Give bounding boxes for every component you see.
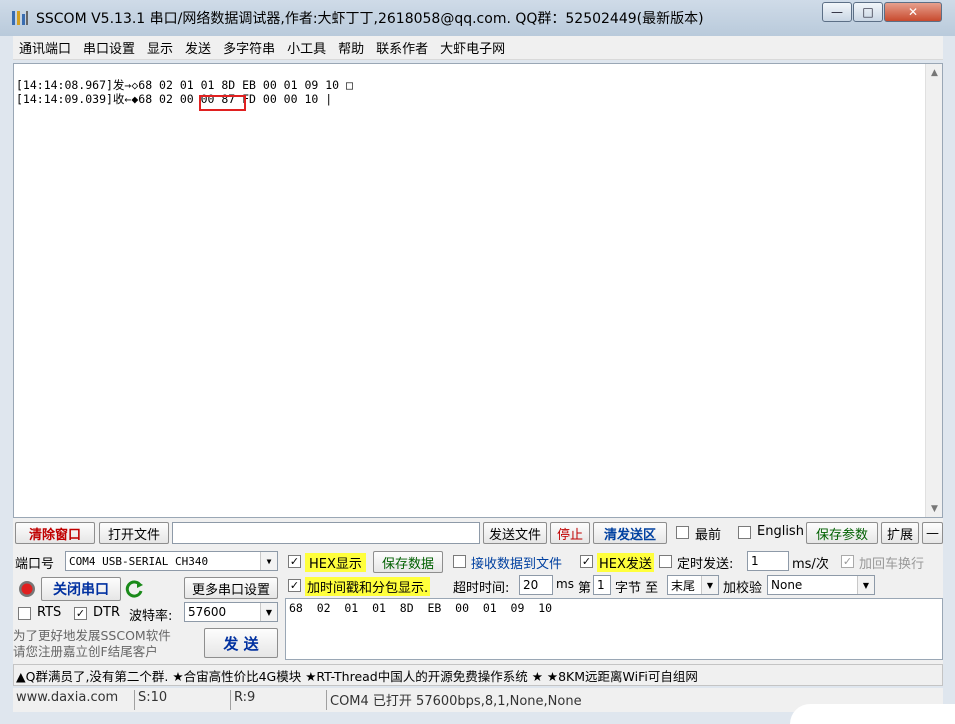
stop-button[interactable]: 停止	[550, 522, 590, 544]
status-website[interactable]: www.daxia.com	[13, 690, 131, 710]
menu-bar: 通讯端口 串口设置 显示 发送 多字符串 小工具 帮助 联系作者 大虾电子网	[13, 36, 943, 60]
port-select-value: COM4 USB-SERIAL CH340	[69, 554, 209, 568]
port-label: 端口号	[15, 557, 55, 572]
collapse-button[interactable]: —	[922, 522, 943, 544]
chevron-down-icon: ▼	[260, 603, 277, 621]
more-port-settings-button[interactable]: 更多串口设置	[184, 577, 278, 599]
timed-send-checkbox[interactable]	[659, 555, 672, 568]
port-status-icon	[19, 581, 35, 597]
menu-help[interactable]: 帮助	[338, 38, 364, 57]
timestamp-checkbox[interactable]: ✓	[288, 579, 301, 592]
receive-line-received: [14:14:09.039]收←◆68 02 00 00 87 FD 00 00…	[16, 92, 333, 106]
end-select-value: 末尾	[671, 578, 696, 593]
checksum-select-value: None	[771, 578, 803, 592]
chevron-down-icon: ▼	[857, 576, 874, 594]
menu-tools[interactable]: 小工具	[287, 38, 326, 57]
scroll-down-icon[interactable]: ▼	[926, 500, 943, 517]
highlight-box	[199, 95, 246, 111]
clear-window-button[interactable]: 清除窗口	[15, 522, 95, 544]
minimize-button[interactable]: —	[822, 2, 852, 22]
menu-send[interactable]: 发送	[185, 38, 211, 57]
open-file-button[interactable]: 打开文件	[99, 522, 169, 544]
expand-button[interactable]: 扩展	[881, 522, 919, 544]
close-port-button[interactable]: 关闭串口	[41, 577, 121, 601]
baud-select[interactable]: 57600 ▼	[184, 602, 278, 622]
send-button[interactable]: 发 送	[204, 628, 278, 658]
checksum-label: 加校验	[723, 581, 763, 596]
hex-display-checkbox[interactable]: ✓	[288, 555, 301, 568]
menu-daxia-site[interactable]: 大虾电子网	[440, 38, 505, 57]
receive-scrollbar[interactable]: ▲ ▼	[925, 64, 942, 517]
english-checkbox[interactable]	[738, 526, 751, 539]
send-input[interactable]: 68 02 01 01 8D EB 00 01 09 10	[285, 598, 943, 660]
save-params-button[interactable]: 保存参数	[806, 522, 878, 544]
chevron-down-icon: ▼	[260, 552, 277, 570]
rts-checkbox[interactable]	[18, 607, 31, 620]
scroll-up-icon[interactable]: ▲	[926, 64, 943, 81]
save-data-button[interactable]: 保存数据	[373, 551, 443, 573]
menu-comm-port[interactable]: 通讯端口	[19, 38, 71, 57]
status-sent-count: S:10	[134, 690, 227, 710]
corner-decoration	[790, 704, 955, 724]
dtr-label: DTR	[93, 605, 120, 620]
status-port: COM4 已打开 57600bps,8,1,None,None	[326, 690, 626, 710]
receive-line-sent: [14:14:08.967]发→◇68 02 01 01 8D EB 00 01…	[16, 78, 353, 92]
menu-multi-string[interactable]: 多字符串	[223, 38, 275, 57]
promo-text[interactable]: 为了更好地发展SSCOM软件 请您注册嘉立创F结尾客户	[13, 628, 171, 660]
nth-input[interactable]: 1	[593, 575, 611, 595]
app-icon	[12, 11, 28, 25]
timed-send-label: 定时发送:	[677, 557, 734, 572]
timestamp-label: 加时间戳和分包显示.	[305, 577, 431, 596]
add-crlf-label: 加回车换行	[859, 557, 925, 572]
send-file-button[interactable]: 发送文件	[483, 522, 547, 544]
interval-unit: ms/次	[792, 557, 829, 572]
hex-send-checkbox[interactable]: ✓	[580, 555, 593, 568]
dtr-checkbox[interactable]: ✓	[74, 607, 87, 620]
timeout-label: 超时时间:	[453, 581, 510, 596]
byte-to-label: 字节 至	[615, 581, 659, 596]
timeout-input[interactable]: 20	[519, 575, 553, 595]
close-button[interactable]: ✕	[884, 2, 942, 22]
chevron-down-icon: ▼	[701, 576, 718, 594]
baud-label: 波特率:	[129, 609, 173, 624]
receive-log: [14:14:08.967]发→◇68 02 01 01 8D EB 00 01…	[16, 78, 353, 106]
marquee-bar[interactable]: ▲Q群满员了,没有第二个群. ★合宙高性价比4G模块 ★RT-Thread中国人…	[13, 664, 943, 686]
checksum-select[interactable]: None ▼	[767, 575, 875, 595]
end-select[interactable]: 末尾 ▼	[667, 575, 719, 595]
rts-label: RTS	[37, 605, 62, 620]
receive-area[interactable]: [14:14:08.967]发→◇68 02 01 01 8D EB 00 01…	[13, 63, 943, 518]
nth-label: 第	[578, 581, 592, 596]
control-panel: 清除窗口 打开文件 发送文件 停止 清发送区 最前 English 保存参数 扩…	[13, 518, 943, 686]
add-crlf-checkbox[interactable]: ✓	[841, 555, 854, 568]
menu-display[interactable]: 显示	[147, 38, 173, 57]
window-title: SSCOM V5.13.1 串口/网络数据调试器,作者:大虾丁丁,2618058…	[36, 11, 704, 27]
timeout-unit: ms	[556, 577, 574, 591]
clear-send-button[interactable]: 清发送区	[593, 522, 667, 544]
menu-port-settings[interactable]: 串口设置	[83, 38, 135, 57]
english-label: English	[757, 524, 804, 539]
topmost-checkbox[interactable]	[676, 526, 689, 539]
hex-send-label: HEX发送	[597, 553, 654, 572]
status-recv-count: R:9	[230, 690, 323, 710]
topmost-label: 最前	[695, 528, 722, 543]
maximize-button[interactable]: □	[853, 2, 883, 22]
baud-select-value: 57600	[188, 605, 227, 619]
recv-to-file-label: 接收数据到文件	[471, 557, 563, 572]
title-bar: SSCOM V5.13.1 串口/网络数据调试器,作者:大虾丁丁,2618058…	[0, 0, 955, 36]
menu-contact-author[interactable]: 联系作者	[376, 38, 428, 57]
refresh-icon[interactable]	[125, 579, 145, 599]
recv-to-file-checkbox[interactable]	[453, 555, 466, 568]
port-select[interactable]: COM4 USB-SERIAL CH340 ▼	[65, 551, 278, 571]
interval-input[interactable]: 1	[747, 551, 789, 571]
file-path-input[interactable]	[172, 522, 480, 544]
hex-display-label: HEX显示	[305, 553, 366, 572]
